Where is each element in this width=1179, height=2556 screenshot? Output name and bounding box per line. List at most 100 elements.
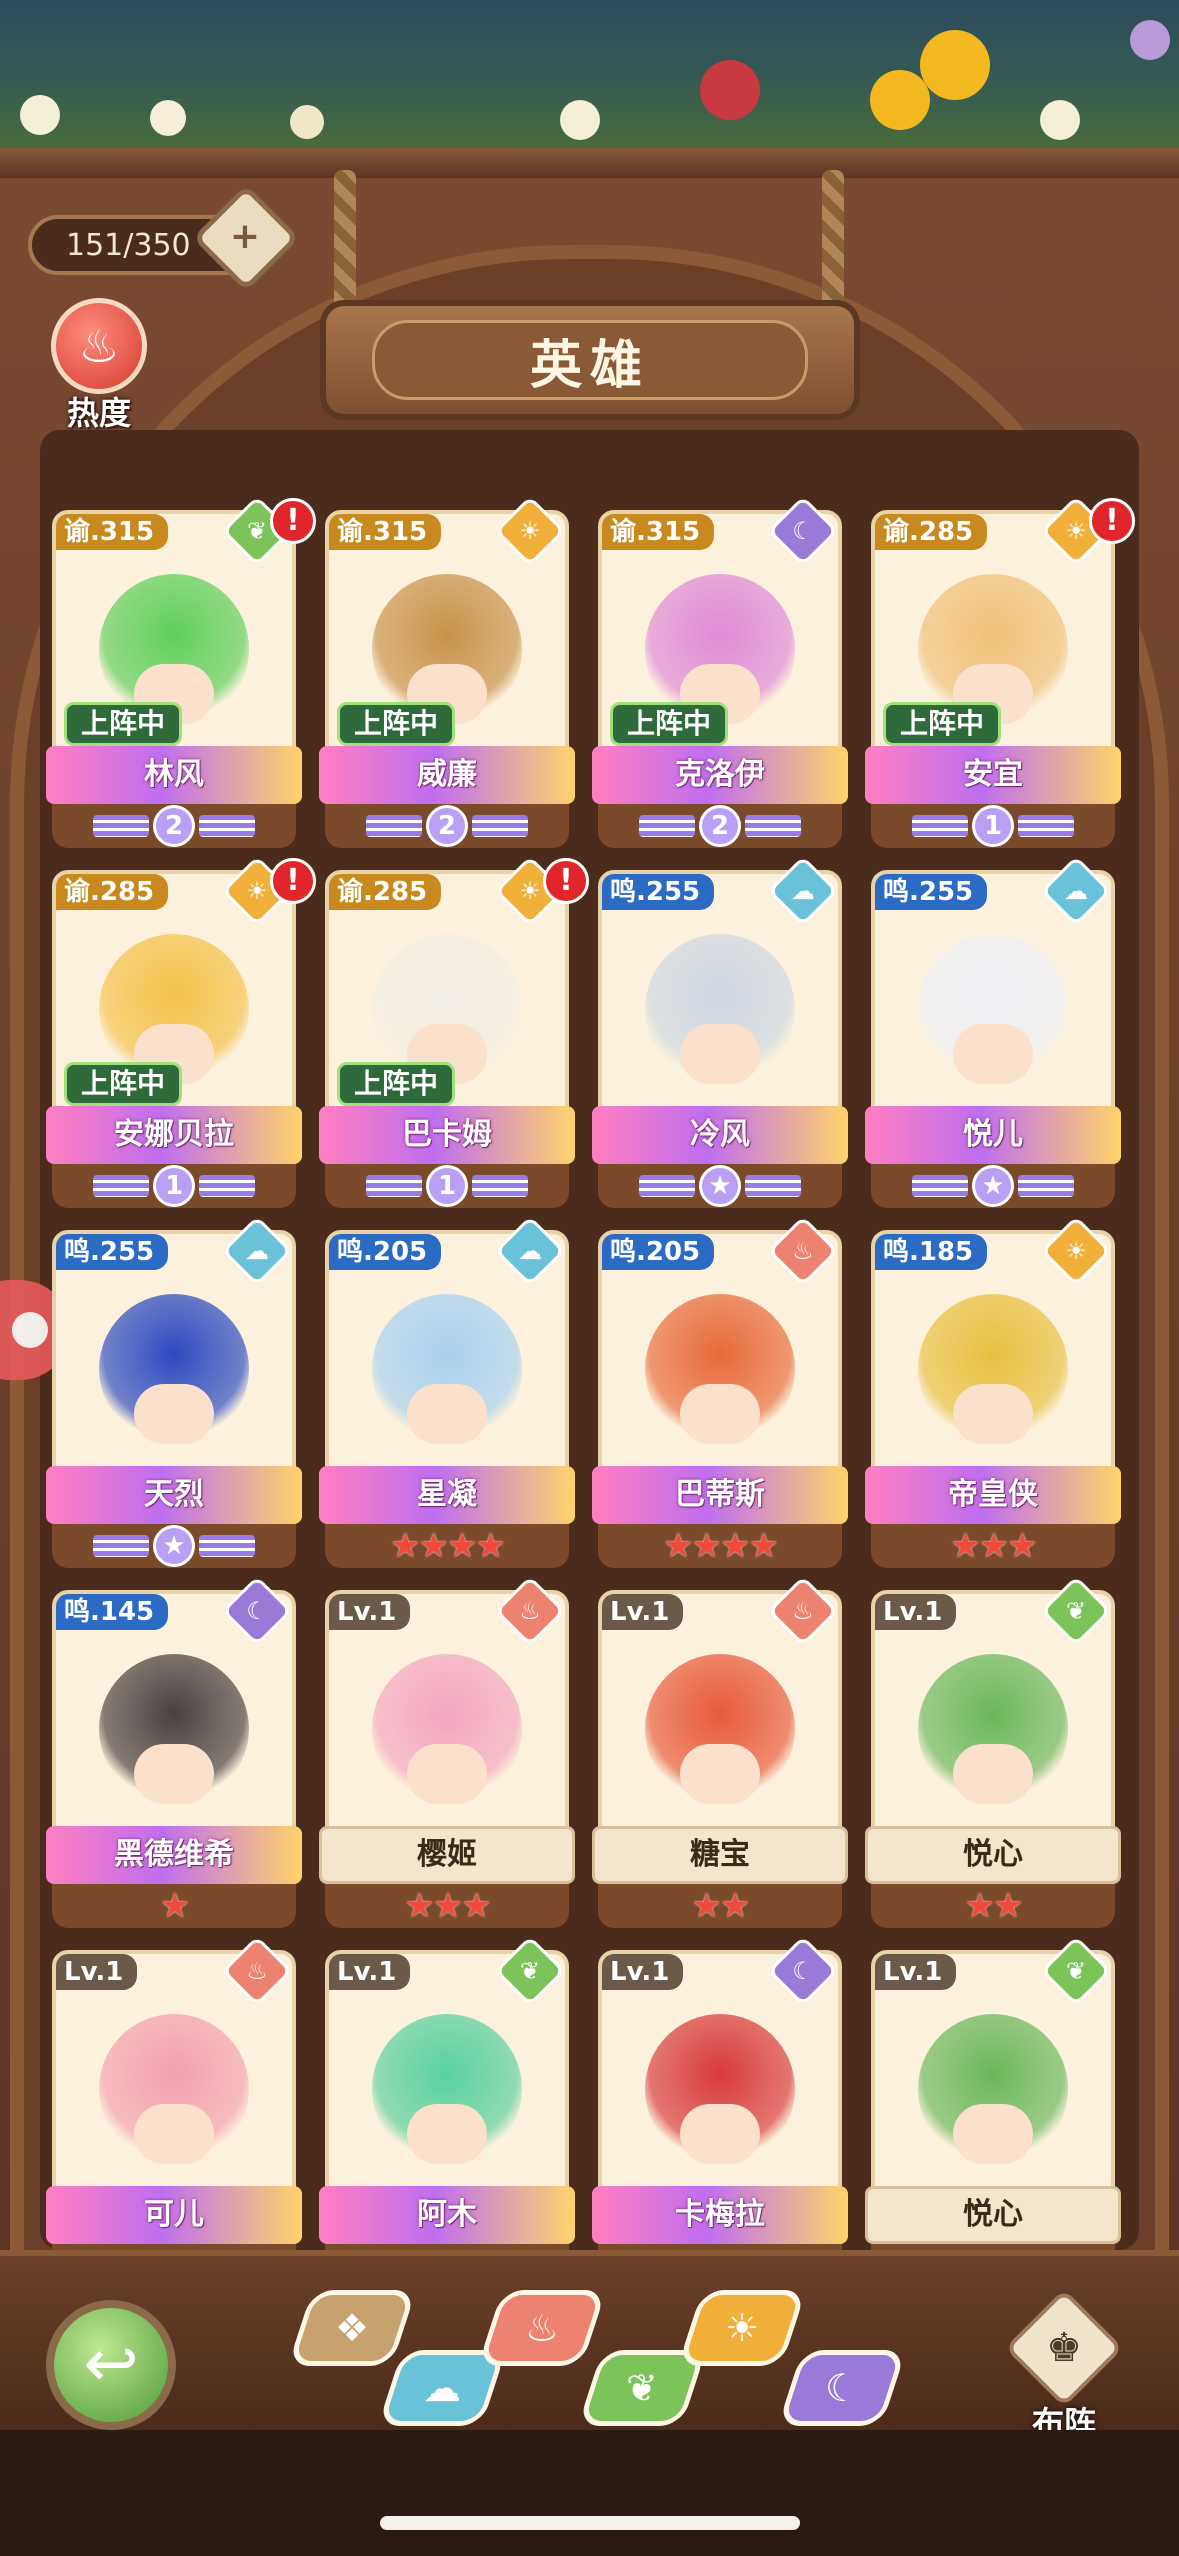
heat-button[interactable]: ♨ 热度: [44, 298, 154, 438]
top-banner: [0, 0, 1179, 150]
hero-name: 悦心: [865, 1826, 1121, 1884]
hero-card[interactable]: Lv.1 ♨ 樱姬 ★★★: [319, 1575, 575, 1930]
hero-card[interactable]: 谕.285 上阵中 ☀! 安娜贝拉 1: [46, 855, 316, 1210]
card-footer: ★: [871, 1164, 1115, 1208]
hero-card[interactable]: 谕.315 上阵中 ☾ 克洛伊 2: [592, 495, 848, 850]
hero-card[interactable]: 谕.285 上阵中 ☀! 安宜 1: [865, 495, 1135, 850]
card-footer: ★★: [871, 1884, 1115, 1928]
hero-card[interactable]: Lv.1 ❦ 悦心 ★★: [865, 1575, 1121, 1930]
card-footer: 2: [52, 804, 296, 848]
level-tag: Lv.1: [56, 1954, 138, 1990]
bottom-safe-area: [0, 2430, 1179, 2556]
alert-icon: !: [1089, 498, 1135, 544]
hero-card[interactable]: Lv.1 ♨ 糖宝 ★★: [592, 1575, 848, 1930]
level-tag: Lv.1: [602, 1954, 684, 1990]
hero-face: [680, 2104, 760, 2164]
deployed-badge: 上阵中: [337, 1062, 456, 1106]
back-button[interactable]: ↩: [46, 2300, 176, 2430]
level-tag: 谕.315: [56, 514, 169, 550]
hero-card[interactable]: 鸣.255 ☁ 冷风 ★: [592, 855, 848, 1210]
home-indicator[interactable]: [380, 2516, 800, 2530]
hero-face: [680, 1024, 760, 1084]
plus-icon: +: [229, 215, 261, 257]
hero-name: 糖宝: [592, 1826, 848, 1884]
hero-card[interactable]: 鸣.205 ♨ 巴蒂斯 ★★★★: [592, 1215, 848, 1570]
hero-face: [134, 2104, 214, 2164]
deployed-badge: 上阵中: [337, 702, 456, 746]
hero-name: 安宜: [865, 746, 1121, 804]
hero-card[interactable]: 鸣.185 ☀ 帝皇侠 ★★★: [865, 1215, 1121, 1570]
level-tag: Lv.1: [329, 1594, 411, 1630]
hero-name: 卡梅拉: [592, 2186, 848, 2244]
hero-face: [407, 2104, 487, 2164]
rank-wings: 2: [93, 805, 255, 847]
level-tag: 鸣.255: [602, 874, 715, 910]
hero-name: 安娜贝拉: [46, 1106, 302, 1164]
star-rating: ★★★: [404, 1886, 491, 1926]
wood-filter-icon: ❦: [626, 2366, 658, 2410]
deployed-badge: 上阵中: [64, 1062, 183, 1106]
fire-filter-icon: ♨: [524, 2306, 560, 2350]
hero-name: 悦儿: [865, 1106, 1121, 1164]
hero-card[interactable]: Lv.1 ❦ 悦心: [865, 1935, 1121, 2290]
hero-card[interactable]: 鸣.145 ☾ 黑德维希 ★: [46, 1575, 302, 1930]
hero-card[interactable]: 谕.315 上阵中 ☀ 威廉 2: [319, 495, 575, 850]
card-footer: ★★★★: [598, 1524, 842, 1568]
title-plate: 英雄: [320, 300, 860, 420]
rank-star-icon: ★: [699, 1165, 741, 1207]
hero-face: [134, 1744, 214, 1804]
card-footer: 2: [325, 804, 569, 848]
star-rating: ★: [159, 1886, 191, 1926]
level-tag: 鸣.205: [602, 1234, 715, 1270]
hero-card[interactable]: Lv.1 ♨ 可儿: [46, 1935, 302, 2290]
level-tag: 鸣.255: [875, 874, 988, 910]
level-tag: Lv.1: [875, 1954, 957, 1990]
star-rating: ★★★★: [663, 1526, 779, 1566]
level-tag: 鸣.205: [329, 1234, 442, 1270]
hero-face: [680, 1384, 760, 1444]
hero-card[interactable]: Lv.1 ❦ 阿木: [319, 1935, 575, 2290]
alert-icon: !: [270, 498, 316, 544]
rank-wings: 1: [912, 805, 1074, 847]
rank-wings: 1: [93, 1165, 255, 1207]
hero-card[interactable]: 鸣.255 ☁ 天烈 ★: [46, 1215, 302, 1570]
card-footer: ★★★: [871, 1524, 1115, 1568]
rank-number: 1: [426, 1165, 468, 1207]
hero-face: [953, 1744, 1033, 1804]
card-footer: ★★: [598, 1884, 842, 1928]
rank-wings: 1: [366, 1165, 528, 1207]
level-tag: 鸣.145: [56, 1594, 169, 1630]
hero-card[interactable]: 谕.285 上阵中 ☀! 巴卡姆 1: [319, 855, 589, 1210]
hero-name: 悦心: [865, 2186, 1121, 2244]
hero-face: [407, 1744, 487, 1804]
flame-icon: ♨: [51, 298, 147, 394]
chat-icon: [12, 1312, 48, 1348]
heat-label: 热度: [66, 394, 131, 432]
hero-card[interactable]: 鸣.205 ☁ 星凝 ★★★★: [319, 1215, 575, 1570]
hero-face: [407, 1384, 487, 1444]
star-rating: ★★★★: [390, 1526, 506, 1566]
star-rating: ★★: [691, 1886, 751, 1926]
hero-card[interactable]: 谕.315 上阵中 ❦! 林风 2: [46, 495, 316, 850]
hero-name: 威廉: [319, 746, 575, 804]
hero-card[interactable]: 鸣.255 ☁ 悦儿 ★: [865, 855, 1121, 1210]
card-footer: ★: [52, 1884, 296, 1928]
all-filter-icon: ❖: [334, 2306, 370, 2350]
rank-number: 1: [153, 1165, 195, 1207]
alert-icon: !: [270, 858, 316, 904]
card-footer: 2: [598, 804, 842, 848]
rank-wings: 2: [366, 805, 528, 847]
chess-pieces-icon: ♚: [1004, 2288, 1124, 2408]
card-footer: ★★★★: [325, 1524, 569, 1568]
rank-star-icon: ★: [972, 1165, 1014, 1207]
hero-name: 巴卡姆: [319, 1106, 575, 1164]
rank-wings: ★: [639, 1165, 801, 1207]
formation-button[interactable]: ♚ 布阵: [1000, 2288, 1128, 2442]
hero-face: [134, 1384, 214, 1444]
rank-wings: ★: [912, 1165, 1074, 1207]
rank-wings: ★: [93, 1525, 255, 1567]
deployed-badge: 上阵中: [64, 702, 183, 746]
level-tag: 谕.285: [329, 874, 442, 910]
sun-filter-icon: ☀: [724, 2306, 760, 2350]
hero-card[interactable]: Lv.1 ☾ 卡梅拉: [592, 1935, 848, 2290]
